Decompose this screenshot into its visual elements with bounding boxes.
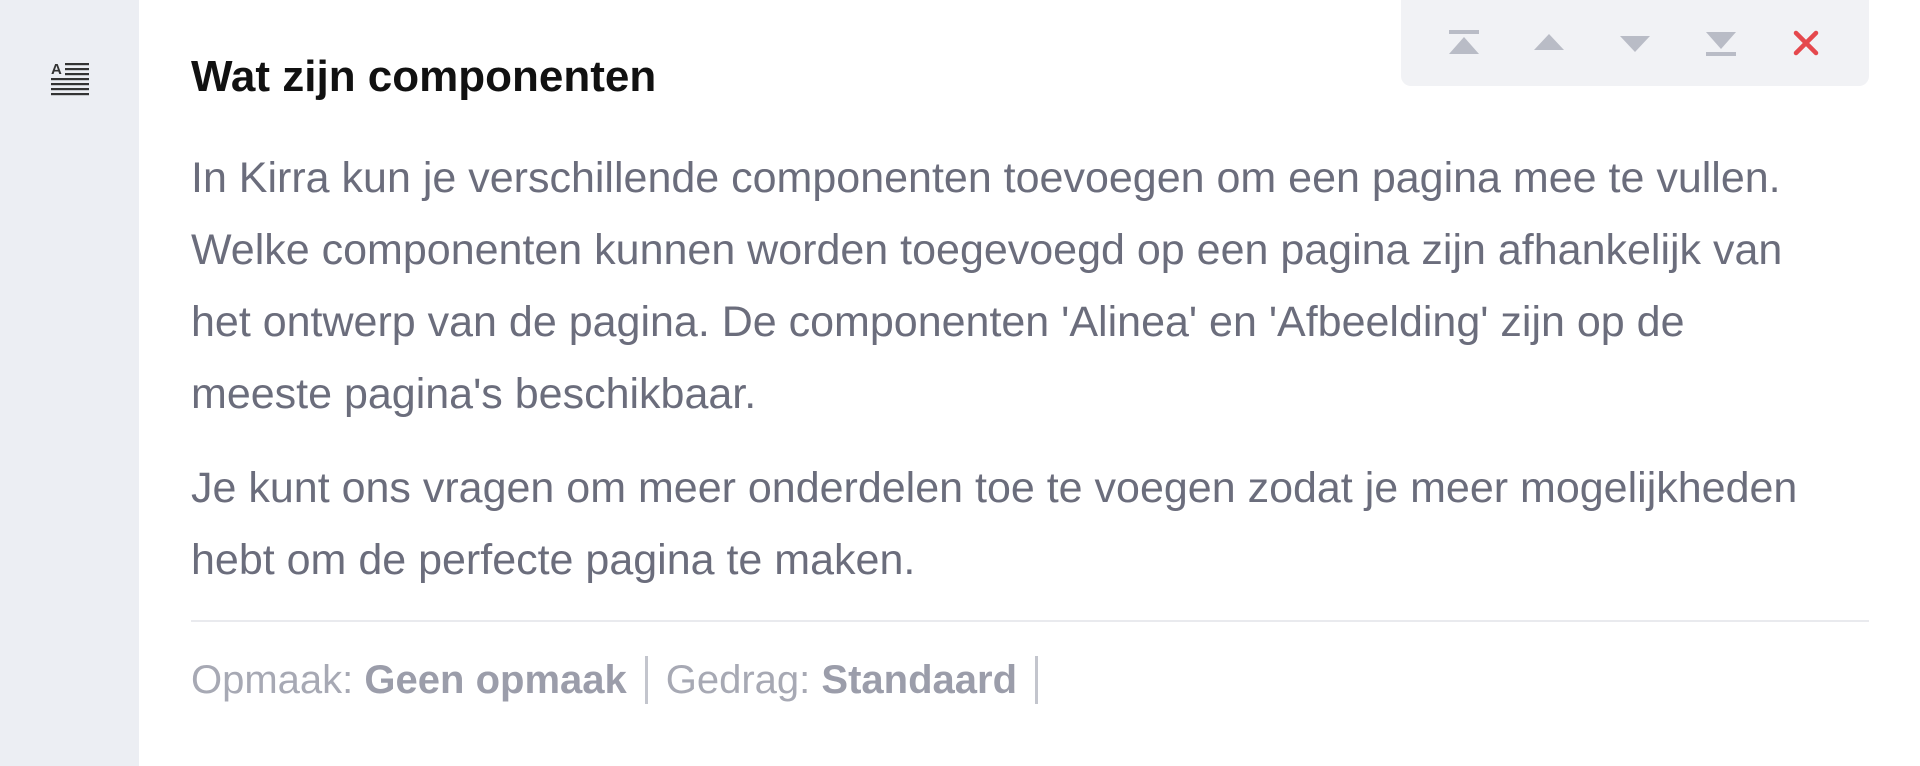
move-up-icon xyxy=(1534,34,1565,50)
move-to-bottom-button[interactable] xyxy=(1699,21,1743,65)
paragraph-1: In Kirra kun je verschillende componente… xyxy=(191,154,1783,418)
paragraph-2: Je kunt ons vragen om meer onderdelen to… xyxy=(191,464,1798,584)
block-title[interactable]: Wat zijn componenten xyxy=(191,52,656,102)
content-block-editor: A Wat zijn componenten In Kirra kun je v… xyxy=(0,0,1920,766)
divider xyxy=(191,620,1869,622)
behavior-label: Gedrag: xyxy=(665,657,811,702)
meta-separator xyxy=(644,656,648,704)
move-up-button[interactable] xyxy=(1527,21,1571,65)
close-icon xyxy=(1793,30,1819,56)
meta-separator xyxy=(1035,656,1039,704)
move-to-bottom-icon xyxy=(1705,32,1736,56)
move-down-button[interactable] xyxy=(1613,21,1657,65)
block-meta: Opmaak: Geen opmaak Gedrag: Standaard xyxy=(191,656,1056,704)
behavior-value[interactable]: Standaard xyxy=(821,658,1017,703)
block-toolbar xyxy=(1401,0,1869,86)
block-gutter: A xyxy=(0,0,139,766)
layout-label: Opmaak: xyxy=(191,657,354,702)
move-to-top-icon xyxy=(1448,30,1479,54)
block-body[interactable]: In Kirra kun je verschillende componente… xyxy=(191,142,1831,618)
block-content[interactable]: Wat zijn componenten In Kirra kun je ver… xyxy=(139,0,1920,766)
delete-block-button[interactable] xyxy=(1784,21,1828,65)
layout-value[interactable]: Geen opmaak xyxy=(364,658,626,703)
move-down-icon xyxy=(1619,36,1650,52)
paragraph-align-icon: A xyxy=(51,61,89,96)
svg-text:A: A xyxy=(51,61,62,78)
move-to-top-button[interactable] xyxy=(1442,21,1486,65)
